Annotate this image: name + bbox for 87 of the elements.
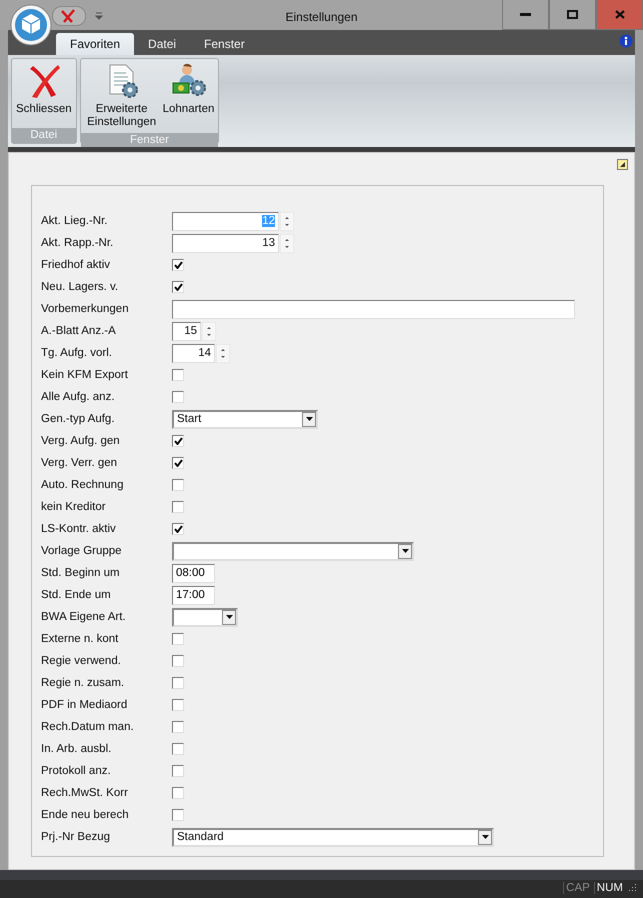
checkbox[interactable] [172,743,184,755]
field-label: Auto. Rechnung [41,479,124,491]
close-icon [614,10,624,19]
spin-buttons[interactable] [202,322,216,340]
field-label: Regie verwend. [41,655,122,667]
ribbon-button[interactable]: Erweiterte Einstellungen [84,61,160,131]
ribbon-tab[interactable]: Fenster [190,33,259,55]
field-label: Ende neu berech [41,809,130,821]
field-label: Verg. Aufg. gen [41,435,121,447]
field-label: A.-Blatt Anz.-A [41,325,117,337]
number-field[interactable]: 15 [172,322,201,340]
field-label: kein Kreditor [41,501,107,513]
caret-icon [306,417,312,421]
panel-toggle-icon[interactable] [617,159,628,170]
ribbon-button[interactable]: Lohnarten [162,61,216,131]
close-button[interactable] [596,0,643,30]
field-label: Std. Beginn um [41,567,121,579]
checkbox[interactable] [172,677,184,689]
status-indicator: CAP [563,882,592,894]
field-label: Akt. Rapp.-Nr. [41,237,114,249]
dropdown[interactable] [172,542,414,560]
window-title: Einstellungen [284,10,359,24]
maximize-button[interactable] [549,0,596,30]
minimize-icon [520,13,531,16]
maximize-icon [567,10,578,19]
status-indicator: NUM [594,882,625,894]
field-label: Prj.-Nr Bezug [41,831,112,843]
field-label: BWA Eigene Art. [41,611,127,623]
field-label: Rech.MwSt. Korr [41,787,129,799]
group-label: Datei [12,128,76,143]
minimize-button[interactable] [502,0,549,30]
quick-access-dropdown-icon[interactable] [95,12,103,20]
ribbon-tab[interactable]: Favoriten [56,33,134,55]
caret-icon [402,549,408,553]
dropdown[interactable]: Standard [172,828,494,846]
spin-buttons[interactable] [280,212,294,230]
info-icon[interactable] [619,34,633,48]
field-label: In. Arb. ausbl. [41,743,112,755]
field-label: Protokoll anz. [41,765,112,777]
dropdown[interactable]: Start [172,410,318,428]
checkbox[interactable] [172,523,184,535]
field-label: Std. Ende um [41,589,112,601]
field-label: Verg. Verr. gen [41,457,118,469]
spin-buttons[interactable] [280,234,294,252]
field-label: Externe n. kont [41,633,120,645]
field-label: Vorbemerkungen [41,303,130,315]
checkbox[interactable] [172,633,184,645]
field-label: Regie n. zusam. [41,677,126,689]
ribbon-button[interactable]: Schliessen [15,61,73,126]
checkbox[interactable] [172,699,184,711]
person-money-icon [170,63,208,99]
resize-grip-icon[interactable] [627,882,637,892]
text-field[interactable]: 08:00 [172,564,215,582]
checkbox[interactable] [172,281,184,293]
checkbox[interactable] [172,655,184,667]
field-label: Alle Aufg. anz. [41,391,116,403]
checkbox[interactable] [172,391,184,403]
field-label: Vorlage Gruppe [41,545,123,557]
caret-icon [226,615,232,619]
checkbox[interactable] [172,457,184,469]
checkbox[interactable] [172,369,184,381]
caret-icon [482,835,488,839]
group-label: Fenster [80,133,218,148]
checkbox[interactable] [172,259,184,271]
field-label: Rech.Datum man. [41,721,135,733]
field-label: Neu. Lagers. v. [41,281,120,293]
field-label: Gen.-typ Aufg. [41,413,116,425]
field-label: PDF in Mediaord [41,699,128,711]
checkbox[interactable] [172,721,184,733]
field-label: LS-Kontr. aktiv [41,523,117,535]
number-field[interactable]: 14 [172,344,215,362]
spin-buttons[interactable] [216,344,230,362]
checkbox[interactable] [172,501,184,513]
field-label: Tg. Aufg. vorl. [41,347,113,359]
checkbox[interactable] [172,479,184,491]
field-label: Akt. Lieg.-Nr. [41,215,108,227]
checkbox[interactable] [172,809,184,821]
field-label: Kein KFM Export [41,369,129,381]
number-field[interactable]: 13 [172,234,279,252]
checkbox[interactable] [172,787,184,799]
checkbox[interactable] [172,765,184,777]
text-field[interactable]: 17:00 [172,586,215,604]
dropdown[interactable] [172,608,238,626]
text-field[interactable] [172,300,575,318]
field-label: Friedhof aktiv [41,259,112,271]
ribbon-tab[interactable]: Datei [134,33,190,55]
checkbox[interactable] [172,435,184,447]
